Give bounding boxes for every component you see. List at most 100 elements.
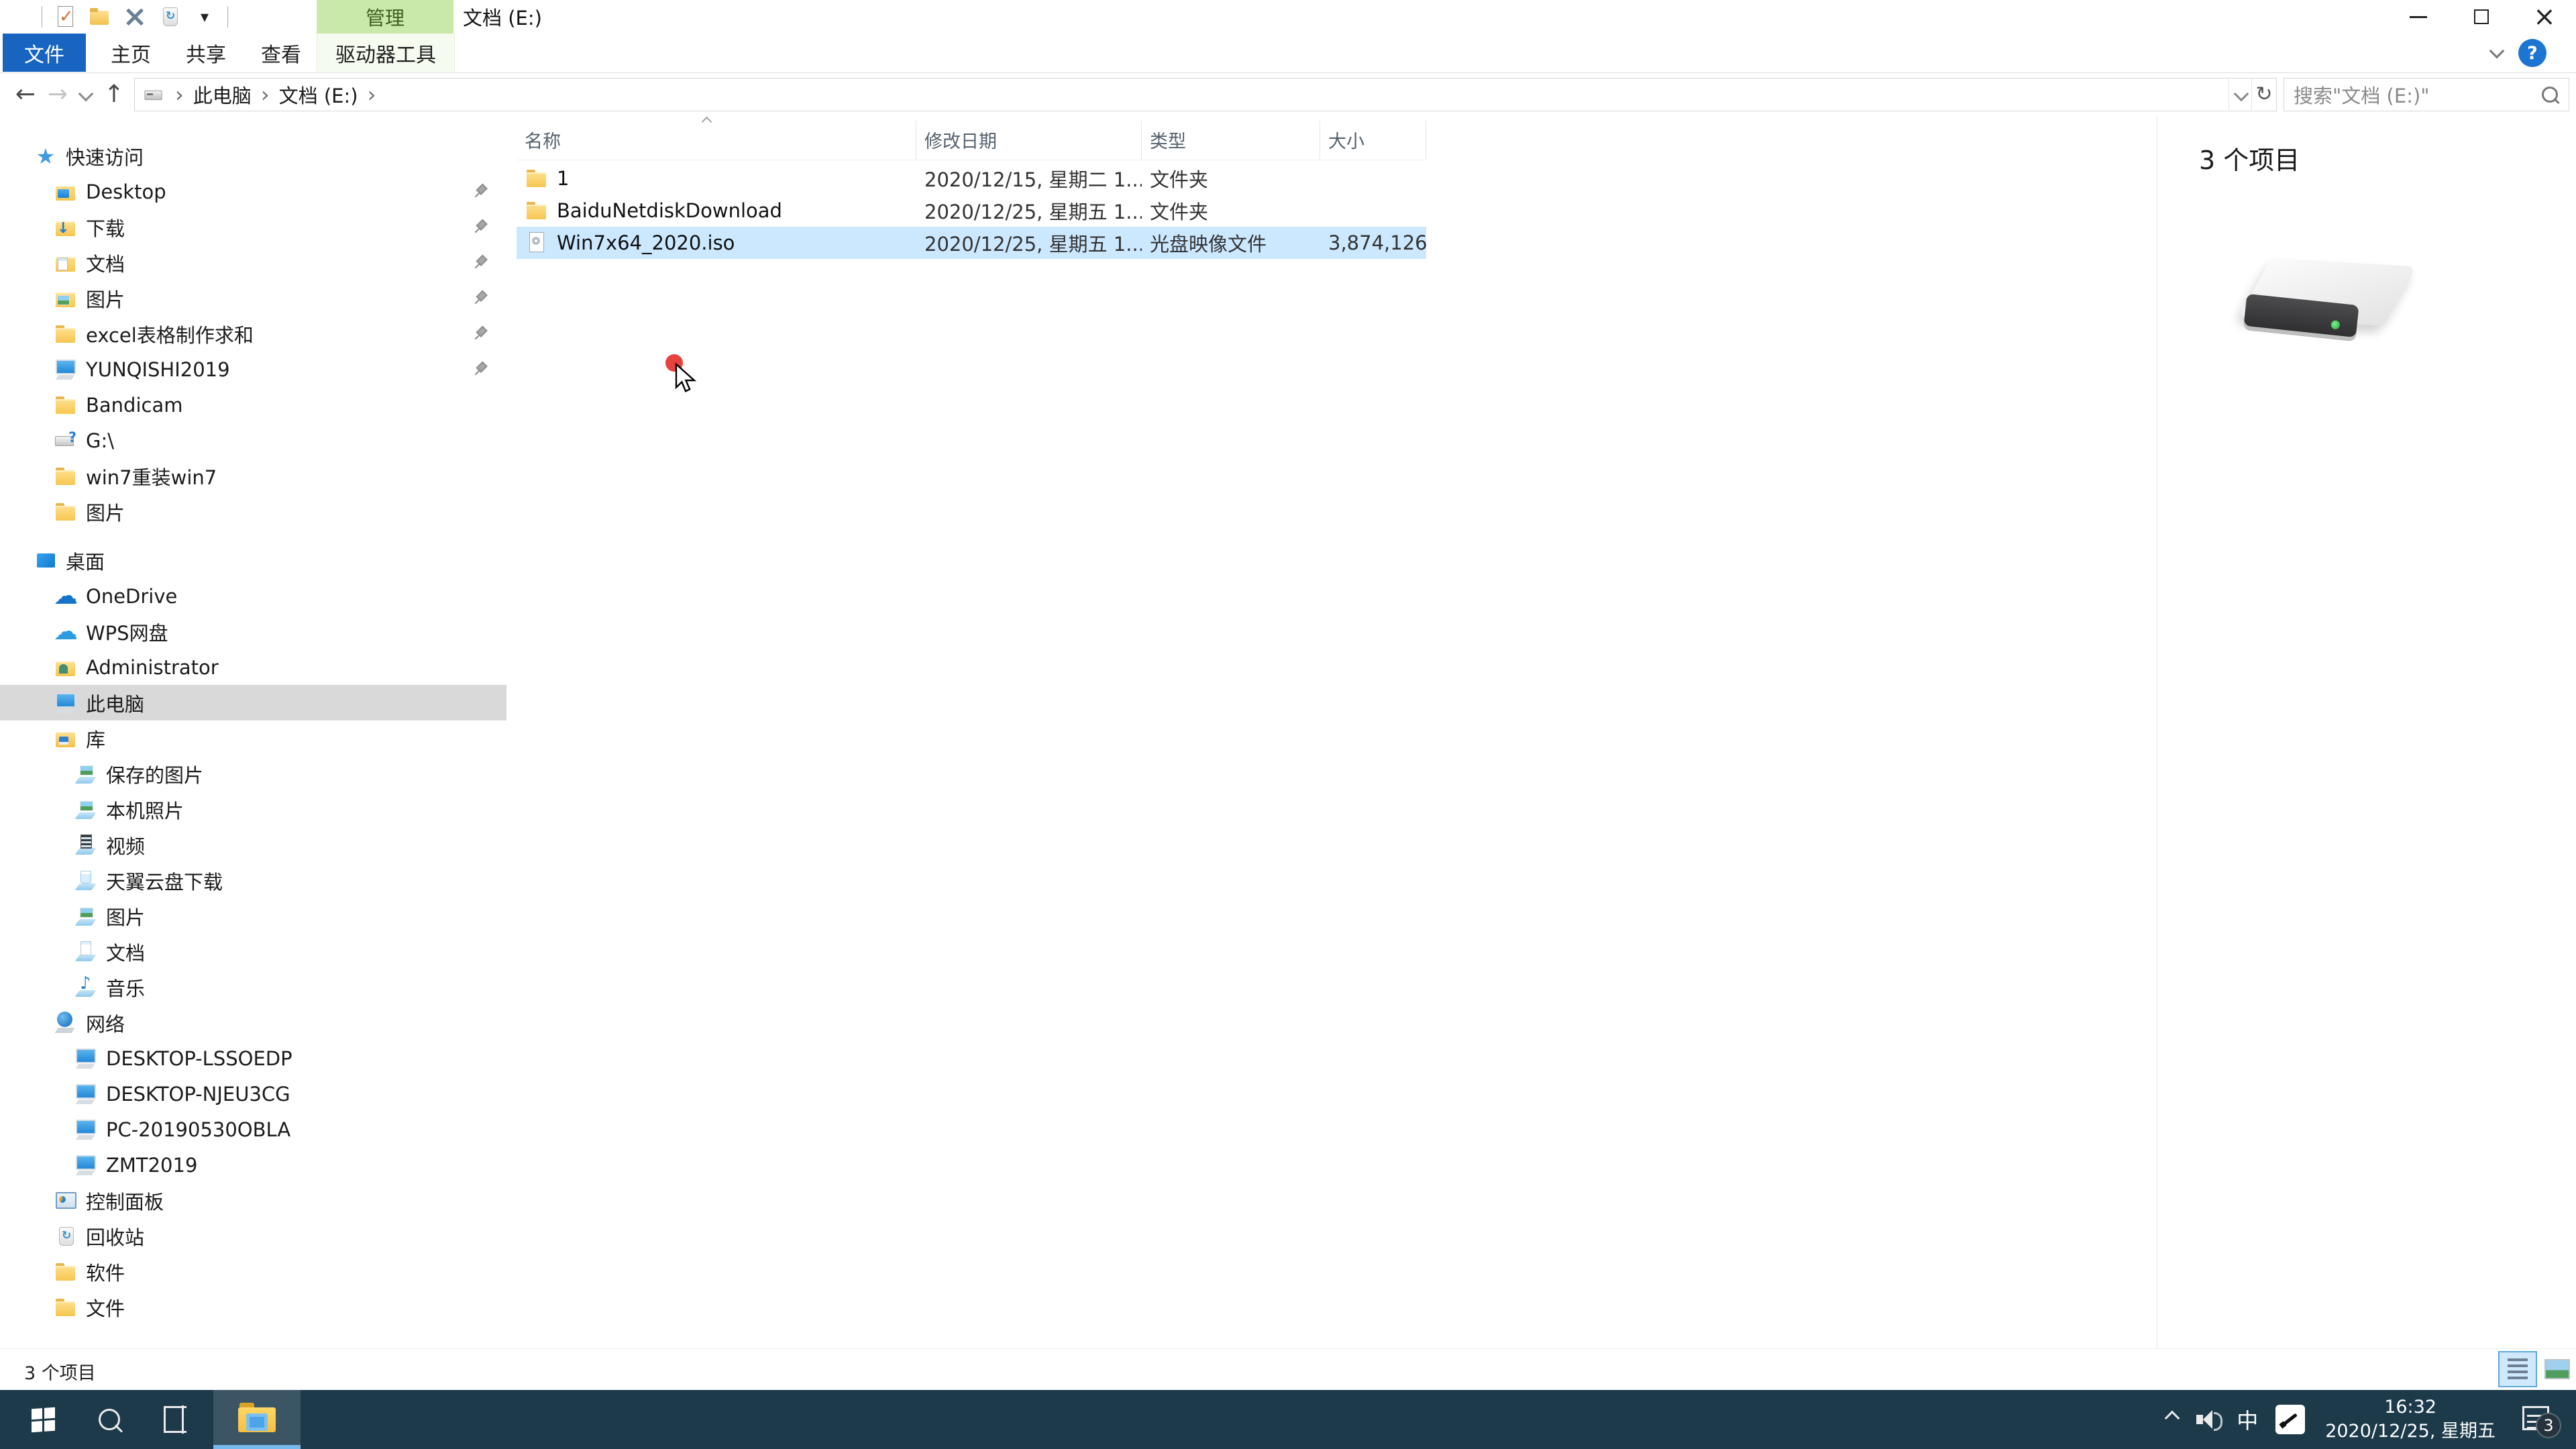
details-view-button[interactable] — [2498, 1351, 2537, 1387]
tab-view[interactable]: 查看 — [244, 34, 318, 72]
refresh-icon[interactable]: ↻ — [2251, 78, 2276, 110]
sidebar-item-Bandicam[interactable]: Bandicam — [0, 387, 506, 423]
sidebar-item-PC-20190530OBLA[interactable]: PC-20190530OBLA — [0, 1112, 506, 1147]
cloud-wps-icon — [54, 620, 78, 644]
sidebar-item-软件[interactable]: 软件 — [0, 1254, 506, 1289]
sidebar-item-图片[interactable]: 图片 — [0, 280, 506, 316]
start-button[interactable] — [12, 1390, 74, 1449]
large-icons-view-button[interactable] — [2542, 1357, 2572, 1381]
tab-home[interactable]: 主页 — [94, 34, 168, 72]
minimize-button[interactable] — [2387, 0, 2450, 34]
pin-icon — [472, 218, 489, 236]
forward-button[interactable]: → — [43, 73, 72, 115]
address-bar: ← → ↑ › 此电脑 › 文档 (E:) › ↻ 搜索"文档 (E:)" — [0, 73, 2576, 116]
sidebar-item-label: 图片 — [86, 288, 125, 311]
sidebar-item-库[interactable]: 库 — [0, 720, 506, 756]
sidebar-item-OneDrive[interactable]: OneDrive — [0, 578, 506, 614]
sidebar-item-桌面[interactable]: 桌面 — [0, 543, 506, 578]
volume-icon[interactable] — [2195, 1408, 2223, 1431]
sidebar-item-Desktop[interactable]: Desktop — [0, 174, 506, 209]
ime-indicator[interactable]: 中 — [2237, 1404, 2258, 1435]
sidebar-item-此电脑[interactable]: 此电脑 — [0, 685, 506, 720]
details-view-icon — [2508, 1358, 2528, 1380]
sidebar-item-DESKTOP-LSSOEDP[interactable]: DESKTOP-LSSOEDP — [0, 1040, 506, 1076]
search-input[interactable]: 搜索"文档 (E:)" — [2284, 78, 2569, 111]
sidebar-item-控制面板[interactable]: 控制面板 — [0, 1183, 506, 1218]
hidden-icons-chevron[interactable] — [2164, 1410, 2180, 1426]
sidebar-item-文件[interactable]: 文件 — [0, 1289, 506, 1325]
close-button[interactable]: × — [2513, 0, 2576, 34]
folder-pic-icon — [54, 286, 78, 311]
breadcrumb[interactable]: › 此电脑 › 文档 (E:) › — [134, 78, 2277, 111]
breadcrumb-drive-e[interactable]: 文档 (E:) — [279, 80, 358, 109]
sidebar-item-Administrator[interactable]: Administrator — [0, 649, 506, 685]
file-row-Win7x64_2020.iso[interactable]: Win7x64_2020.iso 2020/12/25, 星期五 1... 光盘映像… — [517, 227, 1426, 259]
star-icon — [34, 144, 58, 168]
ribbon-tab-row: 文件 主页 共享 查看 驱动器工具 ? — [0, 34, 2576, 73]
sidebar-item-下载[interactable]: 下载 — [0, 209, 506, 245]
sidebar-item-视频[interactable]: 视频 — [0, 827, 506, 863]
folder-icon — [54, 393, 78, 417]
expand-ribbon-icon[interactable] — [2489, 43, 2505, 59]
sidebar-item-WPS网盘[interactable]: WPS网盘 — [0, 614, 506, 649]
sidebar-item-win7重装win7[interactable]: win7重装win7 — [0, 458, 506, 494]
column-header-label: 修改日期 — [924, 131, 997, 152]
up-button[interactable]: ↑ — [99, 73, 129, 115]
breadcrumb-this-pc[interactable]: 此电脑 — [193, 80, 252, 109]
sidebar-item-保存的图片[interactable]: 保存的图片 — [0, 756, 506, 792]
minimize-icon — [2410, 15, 2427, 18]
file-size-cell: 3,874,126... — [1328, 231, 1426, 254]
recent-locations-icon[interactable] — [74, 73, 98, 115]
status-bar: 3 个项目 — [0, 1348, 2576, 1391]
sidebar-item-回收站[interactable]: 回收站 — [0, 1218, 506, 1254]
taskbar-clock[interactable]: 16:32 2020/12/25, 星期五 — [2325, 1395, 2496, 1444]
taskbar-file-explorer-button[interactable] — [213, 1390, 301, 1449]
address-dropdown-icon[interactable] — [2229, 78, 2253, 110]
clock-time: 16:32 — [2384, 1396, 2436, 1417]
system-tray: 中 16:32 2020/12/25, 星期五 3 — [2164, 1390, 2576, 1449]
sidebar-item-label: 文档 — [106, 941, 146, 965]
sidebar-item-图片[interactable]: 图片 — [0, 898, 506, 934]
pin-icon — [472, 360, 489, 378]
computer-icon — [54, 358, 78, 382]
column-header-修改日期[interactable]: 修改日期 — [916, 121, 1142, 160]
restore-button[interactable] — [2450, 0, 2513, 34]
column-header-类型[interactable]: 类型 — [1142, 121, 1320, 160]
tab-file[interactable]: 文件 — [3, 34, 86, 72]
column-header-名称[interactable]: 名称 — [517, 121, 916, 160]
sidebar-item-文档[interactable]: 文档 — [0, 245, 506, 280]
file-row-1[interactable]: 1 2020/12/15, 星期二 1... 文件夹 — [517, 162, 1426, 195]
pen-check-icon[interactable] — [2275, 1405, 2306, 1434]
file-row-BaiduNetdiskDownload[interactable]: BaiduNetdiskDownload 2020/12/25, 星期五 1...… — [517, 195, 1426, 227]
sidebar-item-DESKTOP-NJEU3CG[interactable]: DESKTOP-NJEU3CG — [0, 1076, 506, 1112]
sidebar-item-G:\[interactable]: G:\ — [0, 423, 506, 458]
sidebar-item-音乐[interactable]: 音乐 — [0, 969, 506, 1005]
sidebar-item-label: win7重装win7 — [86, 466, 217, 489]
taskbar-search-button[interactable] — [79, 1390, 140, 1449]
sidebar-item-图片[interactable]: 图片 — [0, 494, 506, 529]
sidebar-item-ZMT2019[interactable]: ZMT2019 — [0, 1147, 506, 1183]
delete-icon[interactable] — [123, 5, 147, 29]
task-view-button[interactable] — [145, 1390, 205, 1449]
sidebar-item-文档[interactable]: 文档 — [0, 934, 506, 969]
sidebar-item-网络[interactable]: 网络 — [0, 1005, 506, 1040]
sidebar-item-YUNQISHI2019[interactable]: YUNQISHI2019 — [0, 352, 506, 387]
sidebar-item-快速访问[interactable]: 快速访问 — [0, 138, 506, 174]
action-center-button[interactable]: 3 — [2522, 1405, 2561, 1438]
tab-drive-tools[interactable]: 驱动器工具 — [317, 34, 455, 72]
check-document-icon[interactable] — [53, 5, 77, 29]
sidebar-item-label: 视频 — [106, 835, 146, 858]
qat-dropdown-icon[interactable] — [193, 5, 217, 29]
column-header-大小[interactable]: 大小 — [1320, 121, 1426, 160]
sidebar-item-天翼云盘下载[interactable]: 天翼云盘下载 — [0, 863, 506, 898]
recycle-bin-icon[interactable] — [158, 5, 182, 29]
sidebar-item-excel表格制作求和[interactable]: excel表格制作求和 — [0, 316, 506, 352]
folder-doc-icon — [54, 251, 78, 275]
new-folder-icon[interactable] — [88, 5, 112, 29]
sidebar-item-本机照片[interactable]: 本机照片 — [0, 792, 506, 827]
help-button[interactable]: ? — [2518, 39, 2546, 67]
drive-icon[interactable] — [7, 5, 31, 29]
tab-share[interactable]: 共享 — [169, 34, 243, 72]
back-button[interactable]: ← — [9, 73, 42, 115]
sidebar-item-label: 回收站 — [86, 1226, 145, 1249]
